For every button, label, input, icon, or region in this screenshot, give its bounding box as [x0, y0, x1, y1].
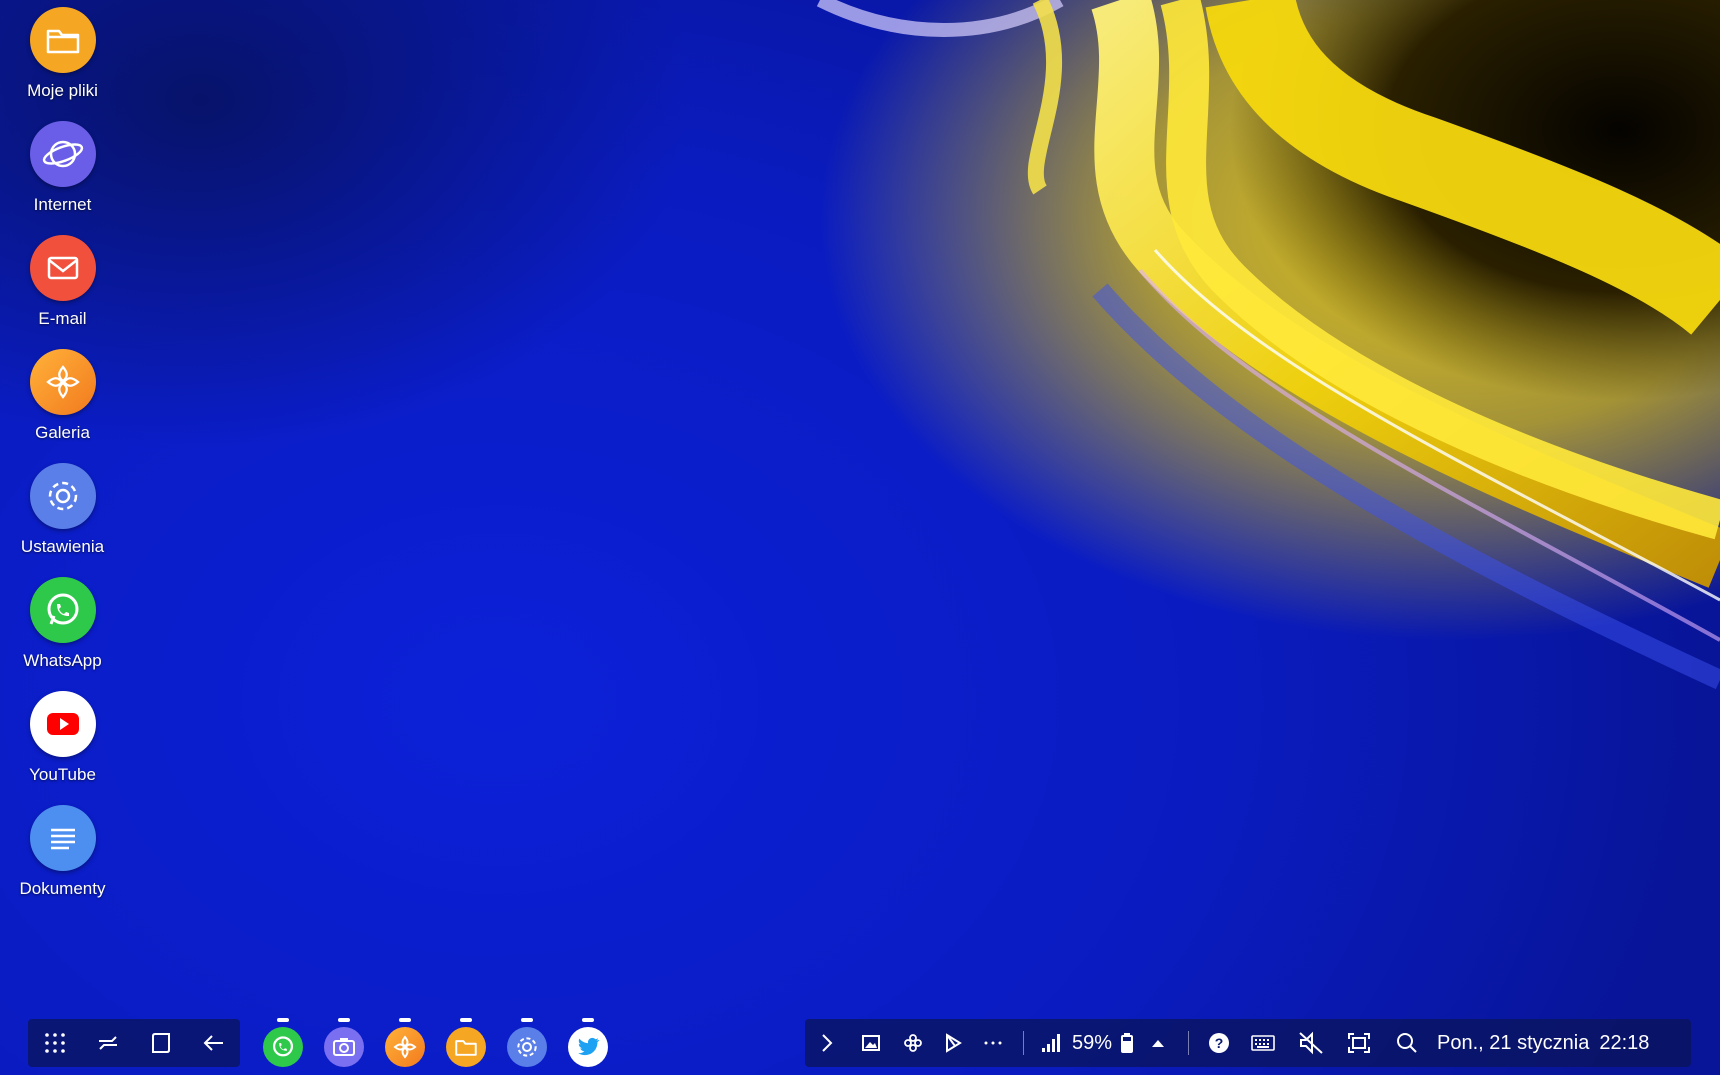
- date-text[interactable]: Pon., 21 stycznia: [1431, 1019, 1589, 1067]
- desktop-icon-label: Internet: [33, 195, 92, 214]
- dock-app-files[interactable]: [435, 1013, 496, 1073]
- image-icon: [862, 1035, 880, 1051]
- keyboard-button[interactable]: [1239, 1019, 1287, 1067]
- battery-percent: 59%: [1072, 1031, 1113, 1054]
- screen-capture-button[interactable]: [1335, 1019, 1383, 1067]
- gallery-icon: [384, 1027, 425, 1067]
- tray-separator: [1023, 1031, 1024, 1055]
- desktop-icon-internet[interactable]: Internet: [0, 121, 125, 215]
- pinwheel-icon: [904, 1034, 922, 1052]
- signal-indicator[interactable]: [1034, 1019, 1068, 1067]
- back-button[interactable]: [194, 1023, 234, 1063]
- whatsapp-icon: [262, 1027, 303, 1067]
- app-dock: [252, 1013, 618, 1073]
- youtube-icon: [29, 691, 96, 757]
- signal-icon: [1042, 1034, 1060, 1052]
- camera-icon: [323, 1027, 364, 1067]
- wallpaper-swirl: [816, 0, 1720, 690]
- desktop-icon-e-mail[interactable]: E-mail: [0, 235, 125, 329]
- notification-play[interactable]: [933, 1019, 973, 1067]
- notification-bixby[interactable]: [893, 1019, 933, 1067]
- desktop-icon-youtube[interactable]: YouTube: [0, 691, 125, 785]
- whatsapp-icon: [29, 577, 96, 643]
- settings-icon: [506, 1027, 547, 1067]
- desktop-icon-dokumenty[interactable]: Dokumenty: [0, 805, 125, 899]
- running-indicator: [398, 1018, 411, 1022]
- more-horizontal-icon: [984, 1041, 1002, 1045]
- desktop-icon-label: WhatsApp: [23, 651, 102, 670]
- play-store-icon: [946, 1033, 962, 1053]
- running-indicator: [520, 1018, 533, 1022]
- navigation-bar: [28, 1019, 240, 1067]
- home-button[interactable]: [141, 1023, 181, 1063]
- folder-icon: [29, 7, 96, 73]
- help-icon: ?: [1209, 1033, 1230, 1053]
- gear-icon: [29, 463, 96, 529]
- volume-muted-icon: [1299, 1031, 1323, 1055]
- help-button[interactable]: ?: [1199, 1019, 1239, 1067]
- desktop-icon-galeria[interactable]: Galeria: [0, 349, 125, 443]
- running-indicator: [276, 1018, 289, 1022]
- home-icon: [151, 1033, 170, 1053]
- recents-icon: [98, 1036, 117, 1050]
- tray-expand-up-button[interactable]: [1138, 1019, 1178, 1067]
- apps-grid-button[interactable]: [35, 1023, 75, 1063]
- more-notifications-button[interactable]: [973, 1019, 1013, 1067]
- desktop-icon-label: Dokumenty: [19, 879, 106, 898]
- svg-text:?: ?: [1215, 1035, 1224, 1051]
- clock-text[interactable]: 22:18: [1589, 1019, 1649, 1067]
- battery-indicator[interactable]: [1116, 1019, 1138, 1067]
- dock-app-whatsapp[interactable]: [252, 1013, 313, 1073]
- desktop-icon-label: Moje pliki: [27, 81, 98, 100]
- caret-up-icon: [1152, 1040, 1165, 1047]
- battery-icon: [1121, 1033, 1134, 1053]
- desktop-icon-label: Ustawienia: [20, 537, 105, 556]
- desktop-icon-label: E-mail: [38, 309, 87, 328]
- back-icon: [203, 1035, 223, 1051]
- running-indicator: [459, 1018, 472, 1022]
- apps-grid-icon: [44, 1033, 65, 1053]
- running-indicator: [581, 1018, 594, 1022]
- twitter-icon: [567, 1027, 608, 1067]
- desktop-icon-ustawienia[interactable]: Ustawienia: [0, 463, 125, 557]
- recents-button[interactable]: [88, 1023, 128, 1063]
- chevron-right-icon: [822, 1034, 833, 1052]
- search-icon: [1397, 1033, 1417, 1053]
- files-icon: [445, 1027, 486, 1067]
- notification-gallery[interactable]: [849, 1019, 893, 1067]
- running-indicator: [337, 1018, 350, 1022]
- volume-button[interactable]: [1287, 1019, 1335, 1067]
- keyboard-icon: [1251, 1035, 1275, 1051]
- search-button[interactable]: [1383, 1019, 1431, 1067]
- system-tray: 59% ? Pon., 21 stycznia 22:18: [805, 1019, 1691, 1067]
- dock-app-settings[interactable]: [496, 1013, 557, 1073]
- expand-tray-button[interactable]: [805, 1019, 849, 1067]
- dock-app-camera[interactable]: [313, 1013, 374, 1073]
- screenshot-icon: [1348, 1033, 1371, 1053]
- desktop-icon-whatsapp[interactable]: WhatsApp: [0, 577, 125, 671]
- desktop-icon-label: YouTube: [29, 765, 96, 784]
- planet-icon: [29, 121, 96, 187]
- dock-app-twitter[interactable]: [557, 1013, 618, 1073]
- mail-icon: [29, 235, 96, 301]
- document-icon: [29, 805, 96, 871]
- desktop-icon-label: Galeria: [35, 423, 90, 442]
- tray-separator: [1188, 1031, 1190, 1055]
- desktop-icon-moje-pliki[interactable]: Moje pliki: [0, 7, 125, 101]
- dock-app-gallery[interactable]: [374, 1013, 435, 1073]
- flower-icon: [29, 349, 96, 415]
